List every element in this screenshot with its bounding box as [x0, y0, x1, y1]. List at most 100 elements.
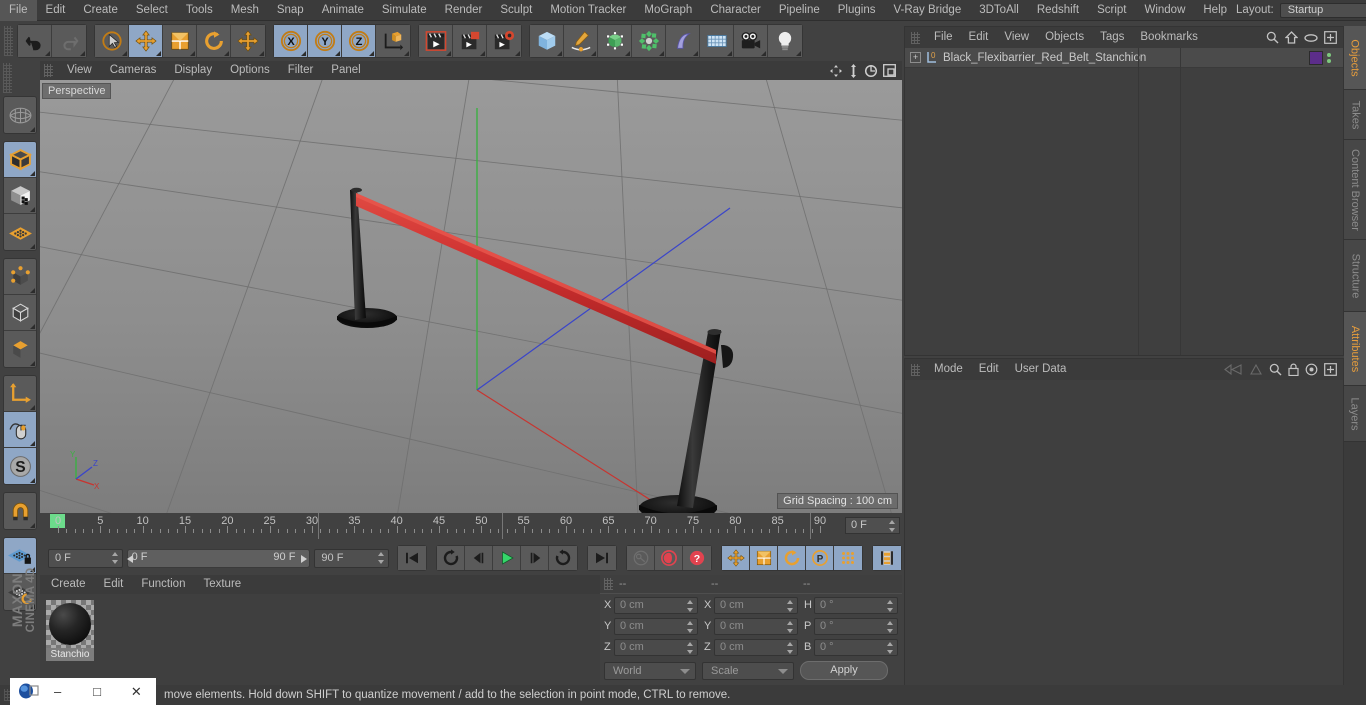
position-z-input[interactable]: 0 cm: [614, 638, 698, 656]
right-tab-content-browser[interactable]: Content Browser: [1344, 140, 1366, 240]
timeline-ruler[interactable]: 0 5 10 15 20 25 30 35 40 45 50 55 60 65 70 75 80 85 90: [50, 513, 895, 541]
spinner-icon[interactable]: [787, 599, 794, 612]
viewport-menu-view[interactable]: View: [58, 61, 101, 80]
submenu-corner-icon[interactable]: [30, 478, 35, 483]
submenu-corner-icon[interactable]: [122, 51, 127, 56]
material-menu-edit[interactable]: Edit: [95, 575, 133, 594]
autokeying-button[interactable]: [655, 546, 683, 570]
menu-item-character[interactable]: Character: [701, 0, 770, 21]
submenu-corner-icon[interactable]: [156, 51, 161, 56]
submenu-corner-icon[interactable]: [625, 51, 630, 56]
object-menu-objects[interactable]: Objects: [1037, 27, 1092, 48]
rotation-key-button[interactable]: [778, 546, 806, 570]
timeline-frame-field[interactable]: 0 F: [845, 517, 900, 534]
menu-item-tools[interactable]: Tools: [177, 0, 222, 21]
material-menu-function[interactable]: Function: [132, 575, 194, 594]
menu-item-render[interactable]: Render: [436, 0, 492, 21]
attribute-menu-edit[interactable]: Edit: [971, 359, 1007, 380]
dolly-icon[interactable]: [848, 63, 859, 78]
texture-mode-button[interactable]: [4, 178, 36, 214]
polygons-mode-button[interactable]: [4, 331, 36, 367]
spinner-icon[interactable]: [378, 551, 385, 564]
menu-item-v-ray-bridge[interactable]: V-Ray Bridge: [884, 0, 970, 21]
world-object-coordinates-button[interactable]: [376, 25, 410, 57]
spinner-icon[interactable]: [787, 641, 794, 654]
submenu-corner-icon[interactable]: [761, 51, 766, 56]
menu-item-3dtoall[interactable]: 3DToAll: [970, 0, 1028, 21]
lock-icon[interactable]: [1288, 363, 1299, 376]
spinner-icon[interactable]: [687, 620, 694, 633]
plus-box-icon[interactable]: [1324, 363, 1337, 376]
submenu-corner-icon[interactable]: [30, 171, 35, 176]
object-menu-view[interactable]: View: [996, 27, 1037, 48]
menu-item-pipeline[interactable]: Pipeline: [770, 0, 829, 21]
menu-item-motion-tracker[interactable]: Motion Tracker: [541, 0, 635, 21]
submenu-corner-icon[interactable]: [30, 324, 35, 329]
submenu-corner-icon[interactable]: [557, 51, 562, 56]
submenu-corner-icon[interactable]: [30, 288, 35, 293]
menu-item-create[interactable]: Create: [74, 0, 127, 21]
live-selection-button[interactable]: [95, 25, 129, 57]
timeline-toggle-button[interactable]: [873, 546, 901, 570]
edges-mode-button[interactable]: [4, 295, 36, 331]
arrow-right-icon[interactable]: [1249, 364, 1263, 375]
submenu-corner-icon[interactable]: [190, 51, 195, 56]
coordinate-system-select[interactable]: World: [604, 661, 696, 680]
add-cube-button[interactable]: [530, 25, 564, 57]
object-menu-edit[interactable]: Edit: [961, 27, 997, 48]
spinner-icon[interactable]: [887, 599, 894, 612]
submenu-corner-icon[interactable]: [259, 51, 264, 56]
right-tab-layers[interactable]: Layers: [1344, 386, 1366, 442]
submenu-corner-icon[interactable]: [80, 51, 85, 56]
spinner-icon[interactable]: [787, 620, 794, 633]
timeline-ruler-bar[interactable]: 0 5 10 15 20 25 30 35 40 45 50 55 60 65 70 75 80 85 90 0 F: [40, 513, 902, 543]
maximize-button[interactable]: □: [77, 684, 116, 699]
submenu-corner-icon[interactable]: [30, 244, 35, 249]
add-light-button[interactable]: [768, 25, 802, 57]
previous-keyframe-button[interactable]: [437, 546, 465, 570]
frame-range-slider[interactable]: 0 F 90 F: [126, 548, 311, 568]
magnet-tool-button[interactable]: [4, 493, 36, 529]
attribute-menu-mode[interactable]: Mode: [926, 359, 971, 380]
menu-item-select[interactable]: Select: [127, 0, 177, 21]
add-deformer-button[interactable]: [666, 25, 700, 57]
add-spline-button[interactable]: [564, 25, 598, 57]
menu-item-plugins[interactable]: Plugins: [829, 0, 885, 21]
go-to-start-button[interactable]: [398, 546, 426, 570]
rotation-h-input[interactable]: 0 °: [814, 596, 898, 614]
object-row[interactable]: + 0 Black_Flexibarrier_Red_Belt_Stanchio…: [905, 48, 1343, 68]
rotation-p-input[interactable]: 0 °: [814, 617, 898, 635]
play-button[interactable]: [493, 546, 521, 570]
submenu-corner-icon[interactable]: [224, 51, 229, 56]
submenu-corner-icon[interactable]: [369, 51, 374, 56]
range-right-arrow-icon[interactable]: [301, 554, 308, 563]
plus-box-icon[interactable]: [1324, 31, 1337, 44]
points-mode-button[interactable]: [4, 259, 36, 295]
position-key-button[interactable]: [722, 546, 750, 570]
size-y-input[interactable]: 0 cm: [714, 617, 798, 635]
submenu-corner-icon[interactable]: [30, 523, 35, 528]
add-nurbs-button[interactable]: [598, 25, 632, 57]
menu-item-help[interactable]: Help: [1194, 0, 1236, 21]
orbit-icon[interactable]: [864, 64, 878, 78]
spinner-icon[interactable]: [687, 599, 694, 612]
right-tab-objects[interactable]: Objects: [1344, 26, 1366, 90]
lock-y-axis-button[interactable]: Y: [308, 25, 342, 57]
add-camera-button[interactable]: [734, 25, 768, 57]
spinner-icon[interactable]: [687, 641, 694, 654]
attribute-content[interactable]: [905, 380, 1343, 705]
right-tab-structure[interactable]: Structure: [1344, 240, 1366, 312]
scale-key-button[interactable]: [750, 546, 778, 570]
menu-item-script[interactable]: Script: [1088, 0, 1135, 21]
material-menu-create[interactable]: Create: [42, 575, 95, 594]
object-menu-grip[interactable]: [911, 31, 920, 44]
menu-item-simulate[interactable]: Simulate: [373, 0, 436, 21]
redo-button[interactable]: [52, 25, 86, 57]
material-tag-icon[interactable]: [1309, 50, 1323, 65]
close-button[interactable]: ✕: [117, 684, 156, 700]
submenu-corner-icon[interactable]: [480, 51, 485, 56]
axis-mode-button[interactable]: [4, 376, 36, 412]
menu-item-file[interactable]: File: [0, 0, 37, 21]
menu-item-sculpt[interactable]: Sculpt: [491, 0, 541, 21]
layout-select[interactable]: Startup: [1279, 2, 1366, 18]
